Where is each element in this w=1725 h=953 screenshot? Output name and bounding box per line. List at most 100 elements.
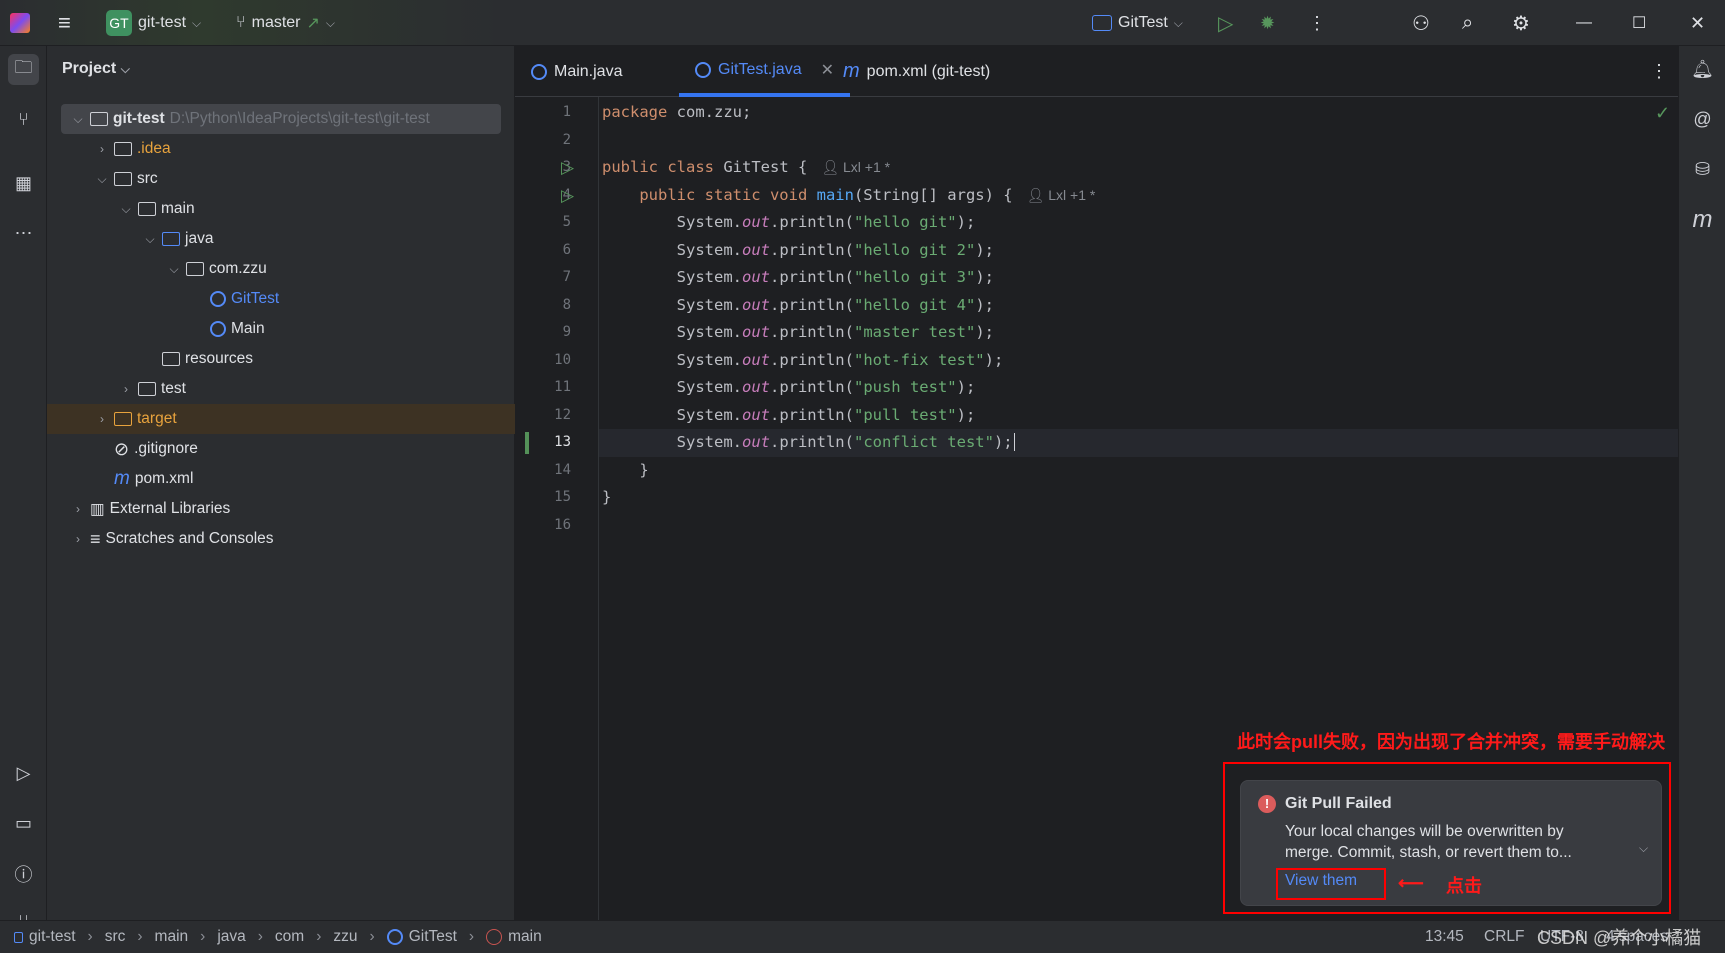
chevron-down-icon: ⌵ bbox=[325, 15, 336, 30]
branch-selector[interactable]: ⑂ master ↗ ⌵ bbox=[236, 0, 335, 46]
tree-item[interactable]: resources bbox=[47, 344, 515, 374]
caret-position[interactable]: 13:45 bbox=[1425, 928, 1464, 946]
chevron-down-icon: ⌵ bbox=[1173, 15, 1183, 30]
breadcrumb-item[interactable]: git-test bbox=[14, 928, 76, 946]
author-inlay-hint[interactable]: 👤︎ Lxl +1 * bbox=[821, 159, 890, 175]
chevron-right-icon[interactable]: › bbox=[71, 502, 85, 516]
commit-tool-icon[interactable]: ⑂ bbox=[8, 104, 39, 135]
expand-chevron-icon[interactable]: ⌵ bbox=[1639, 841, 1648, 856]
services-icon[interactable]: ▷ bbox=[8, 758, 39, 789]
breadcrumb-item[interactable]: src bbox=[105, 928, 126, 946]
tree-item-label: src bbox=[137, 170, 158, 187]
tree-item[interactable]: › ≡ Scratches and Consoles bbox=[47, 524, 515, 554]
code-line: } bbox=[602, 488, 612, 506]
main-menu-icon[interactable]: ≡ bbox=[58, 0, 71, 46]
tree-item[interactable]: ⊘ .gitignore bbox=[47, 434, 515, 464]
package-icon bbox=[186, 262, 204, 276]
tree-item[interactable]: Main bbox=[47, 314, 515, 344]
chevron-down-icon[interactable]: ⌵ bbox=[143, 232, 157, 247]
close-icon[interactable]: ✕ bbox=[1690, 0, 1705, 46]
tab-pom-xml[interactable]: m pom.xml (git-test) bbox=[843, 46, 990, 97]
tab-options-icon[interactable]: ⋮ bbox=[1650, 46, 1668, 97]
resources-folder-icon bbox=[162, 352, 180, 366]
run-gutter-icon[interactable]: ▷ bbox=[561, 154, 574, 182]
tree-item[interactable]: ⌵ main bbox=[47, 194, 515, 224]
chevron-down-icon[interactable]: ⌵ bbox=[167, 262, 181, 277]
project-panel-title[interactable]: Project ⌵ bbox=[62, 60, 130, 78]
line-number: 9 bbox=[562, 324, 571, 340]
close-tab-icon[interactable]: ✕ bbox=[821, 60, 834, 80]
more-icon[interactable]: ⋮ bbox=[1308, 0, 1326, 46]
tree-item[interactable]: › target bbox=[47, 404, 515, 434]
tab-gittest-java[interactable]: GitTest.java ✕ bbox=[679, 46, 850, 97]
run-config-icon bbox=[1092, 15, 1112, 31]
author-inlay-hint[interactable]: 👤︎ Lxl +1 * bbox=[1027, 187, 1096, 203]
breadcrumb-separator-icon: › bbox=[316, 928, 322, 945]
notifications-icon[interactable]: 🔔︎ bbox=[1687, 54, 1718, 85]
line-separator[interactable]: CRLF bbox=[1484, 928, 1524, 946]
run-gutter-icon[interactable]: ▷ bbox=[561, 182, 574, 210]
line-number: 1 bbox=[562, 104, 571, 120]
intellij-logo-icon[interactable] bbox=[10, 0, 30, 46]
search-icon[interactable]: ⌕ bbox=[1462, 0, 1473, 46]
run-icon[interactable]: ▷ bbox=[1218, 0, 1233, 46]
chevron-down-icon[interactable]: ⌵ bbox=[71, 112, 85, 127]
breadcrumb-item[interactable]: zzu bbox=[333, 928, 357, 946]
breadcrumb-item[interactable]: main bbox=[486, 928, 542, 946]
tab-main-java[interactable]: Main.java bbox=[531, 46, 622, 97]
tree-item[interactable]: ⌵ src bbox=[47, 164, 515, 194]
tree-item[interactable]: ⌵ git-test D:\Python\IdeaProjects\git-test… bbox=[61, 104, 501, 134]
line-number: 3 bbox=[562, 159, 571, 175]
project-tool-icon[interactable]: 🗀 bbox=[8, 54, 39, 85]
project-selector[interactable]: GT git-test ⌵ bbox=[106, 0, 201, 46]
tree-item[interactable]: › ▥ External Libraries bbox=[47, 494, 515, 524]
maven-icon[interactable]: m bbox=[1687, 204, 1718, 235]
tree-item[interactable]: › .idea bbox=[47, 134, 515, 164]
database-icon[interactable]: ⛁ bbox=[1687, 154, 1718, 185]
structure-tool-icon[interactable]: ▦ bbox=[8, 168, 39, 199]
line-number: 5 bbox=[562, 214, 571, 230]
minimize-icon[interactable]: — bbox=[1576, 0, 1592, 46]
gear-icon[interactable]: ⚙ bbox=[1512, 0, 1530, 46]
debug-icon[interactable]: ✹ bbox=[1260, 0, 1275, 46]
add-user-icon[interactable]: ⚇ bbox=[1412, 0, 1430, 46]
breadcrumb-separator-icon: › bbox=[257, 928, 263, 945]
code-line: System.out.println("conflict test"); bbox=[602, 433, 1015, 451]
run-config-selector[interactable]: GitTest ⌵ bbox=[1092, 0, 1183, 46]
code-line: public class GitTest {👤︎ Lxl +1 * bbox=[602, 158, 891, 176]
chevron-right-icon[interactable]: › bbox=[71, 532, 85, 546]
tree-item[interactable]: ⌵ java bbox=[47, 224, 515, 254]
annotation-text: 此时会pull失败，因为出现了合并冲突，需要手动解决 bbox=[1237, 732, 1665, 752]
line-number: 7 bbox=[562, 269, 571, 285]
breadcrumb-item[interactable]: main bbox=[155, 928, 189, 946]
chevron-down-icon: ⌵ bbox=[192, 15, 202, 30]
code-line: System.out.println("hello git"); bbox=[602, 213, 976, 231]
ai-assistant-icon[interactable]: @ bbox=[1687, 104, 1718, 135]
tree-item-label: git-test bbox=[113, 110, 165, 127]
tree-item-label: Scratches and Consoles bbox=[105, 530, 274, 547]
title-bar: ≡ GT git-test ⌵ ⑂ master ↗ ⌵ GitTest ⌵ ▷ ✹ ⋮ ⚇… bbox=[0, 0, 1725, 46]
breadcrumb-item[interactable]: com bbox=[275, 928, 304, 946]
tree-item-label: .gitignore bbox=[134, 440, 198, 457]
chevron-right-icon[interactable]: › bbox=[119, 382, 133, 396]
project-badge: GT bbox=[106, 10, 132, 36]
chevron-right-icon[interactable]: › bbox=[95, 412, 109, 426]
chevron-right-icon[interactable]: › bbox=[95, 142, 109, 156]
tree-item[interactable]: › test bbox=[47, 374, 515, 404]
tree-item[interactable]: m pom.xml bbox=[47, 464, 515, 494]
chevron-down-icon[interactable]: ⌵ bbox=[95, 172, 109, 187]
line-number: 10 bbox=[554, 351, 571, 368]
problems-icon[interactable]: ⓘ bbox=[8, 858, 39, 889]
breadcrumb-item[interactable]: java bbox=[217, 928, 245, 946]
chevron-down-icon[interactable]: ⌵ bbox=[119, 202, 133, 217]
breadcrumb-item[interactable]: GitTest bbox=[386, 928, 457, 946]
push-arrow-icon: ↗ bbox=[306, 15, 320, 32]
project-panel: Project ⌵ ⌵ git-test D:\Python\IdeaProject… bbox=[47, 46, 515, 920]
more-tools-icon[interactable]: ⋯ bbox=[8, 218, 39, 249]
tree-item[interactable]: ⌵ com.zzu bbox=[47, 254, 515, 284]
terminal-icon[interactable]: ▭ bbox=[8, 808, 39, 839]
tree-item-label: main bbox=[161, 200, 195, 217]
maximize-icon[interactable]: ☐ bbox=[1632, 0, 1646, 46]
tree-item[interactable]: GitTest bbox=[47, 284, 515, 314]
branch-name: master bbox=[251, 14, 301, 31]
